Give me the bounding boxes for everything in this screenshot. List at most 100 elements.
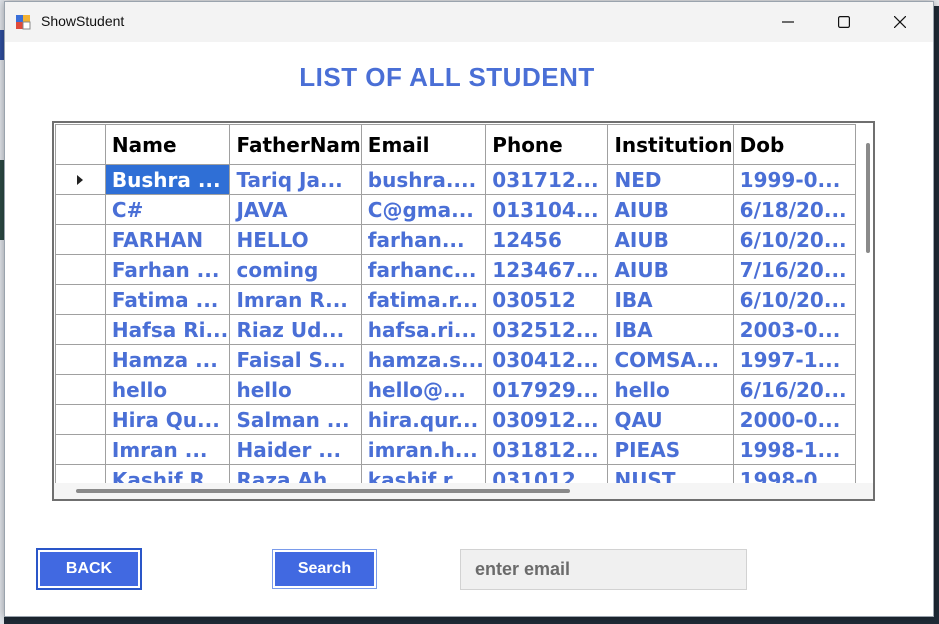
cell-fathername[interactable]: hello [229, 374, 362, 405]
column-header-dob[interactable]: Dob [732, 124, 856, 165]
cell-name[interactable]: C# [104, 194, 231, 225]
cell-institution[interactable]: PIEAS [607, 434, 734, 465]
cell-dob[interactable]: 7/16/20... [732, 254, 856, 285]
column-header-fathername[interactable]: FatherNam [229, 124, 362, 165]
row-header-cell[interactable] [55, 194, 106, 225]
table-row[interactable]: Hamza ... Faisal S... hamza.s... 030412... C… [55, 344, 856, 375]
cell-email[interactable]: farhan... [360, 224, 487, 255]
row-header-cell[interactable] [55, 254, 106, 285]
cell-email[interactable]: farhanc... [360, 254, 487, 285]
cell-name[interactable]: Hamza ... [104, 344, 231, 375]
cell-email[interactable]: hafsa.ri... [360, 314, 487, 345]
cell-phone[interactable]: 017929... [485, 374, 609, 405]
cell-dob[interactable]: 1998-0... [732, 464, 856, 484]
cell-institution[interactable]: NUST [607, 464, 734, 484]
cell-dob[interactable]: 6/16/20... [732, 374, 856, 405]
cell-dob[interactable]: 1999-0... [732, 164, 856, 195]
cell-email[interactable]: hamza.s... [360, 344, 487, 375]
cell-name[interactable]: FARHAN [104, 224, 231, 255]
cell-dob[interactable]: 6/10/20... [732, 284, 856, 315]
cell-name[interactable]: Fatima ... [104, 284, 231, 315]
column-header-institution[interactable]: Institution [607, 124, 734, 165]
horizontal-scrollbar[interactable] [54, 483, 873, 499]
cell-dob[interactable]: 2003-0... [732, 314, 856, 345]
cell-fathername[interactable]: Faisal S... [229, 344, 362, 375]
cell-dob[interactable]: 1997-1... [732, 344, 856, 375]
row-header-cell[interactable] [55, 314, 106, 345]
cell-phone[interactable]: 032512... [485, 314, 609, 345]
cell-email[interactable]: hira.qur... [360, 404, 487, 435]
table-row[interactable]: Fatima ... Imran R... fatima.r... 030512 IBA… [55, 284, 856, 315]
cell-institution[interactable]: NED [607, 164, 734, 195]
column-header-name[interactable]: Name [104, 124, 231, 165]
cell-email[interactable]: bushra.... [360, 164, 487, 195]
cell-institution[interactable]: IBA [607, 314, 734, 345]
cell-institution[interactable]: AIUB [607, 224, 734, 255]
cell-fathername[interactable]: Haider ... [229, 434, 362, 465]
email-search-input[interactable]: enter email [460, 549, 747, 590]
table-row[interactable]: C# JAVA C@gma... 013104... AIUB 6/18/20... [55, 194, 856, 225]
cell-institution[interactable]: IBA [607, 284, 734, 315]
cell-institution[interactable]: AIUB [607, 254, 734, 285]
cell-phone[interactable]: 030512 [485, 284, 609, 315]
cell-institution[interactable]: QAU [607, 404, 734, 435]
cell-name[interactable]: Farhan ... [104, 254, 231, 285]
cell-fathername[interactable]: Imran R... [229, 284, 362, 315]
table-row[interactable]: Hira Qu... Salman ... hira.qur... 030912...… [55, 404, 856, 435]
cell-institution[interactable]: AIUB [607, 194, 734, 225]
table-row[interactable]: Imran ... Haider ... imran.h... 031812... PI… [55, 434, 856, 465]
cell-email[interactable]: hello@... [360, 374, 487, 405]
cell-name[interactable]: hello [104, 374, 231, 405]
cell-institution[interactable]: COMSA... [607, 344, 734, 375]
cell-name[interactable]: Hafsa Ri... [104, 314, 231, 345]
cell-phone[interactable]: 031812... [485, 434, 609, 465]
row-header-cell[interactable] [55, 434, 106, 465]
cell-phone[interactable]: 123467... [485, 254, 609, 285]
table-row[interactable]: Hafsa Ri... Riaz Ud... hafsa.ri... 032512..… [55, 314, 856, 345]
table-row[interactable]: Kashif R... Raza Ah... kashif.r... 031012..… [55, 464, 856, 484]
row-header-cell[interactable] [55, 344, 106, 375]
table-row[interactable]: Bushra ... Tariq Ja... bushra.... 031712...… [55, 164, 856, 195]
search-button[interactable]: Search [272, 549, 377, 589]
cell-phone[interactable]: 030912... [485, 404, 609, 435]
row-header-cell[interactable] [55, 224, 106, 255]
cell-fathername[interactable]: Riaz Ud... [229, 314, 362, 345]
cell-dob[interactable]: 6/10/20... [732, 224, 856, 255]
back-button[interactable]: BACK [36, 548, 142, 590]
column-header-email[interactable]: Email [360, 124, 487, 165]
cell-name[interactable]: Bushra ... [104, 164, 231, 195]
row-header-cell[interactable] [55, 374, 106, 405]
table-row[interactable]: FARHAN HELLO farhan... 12456 AIUB 6/10/20... [55, 224, 856, 255]
cell-fathername[interactable]: Raza Ah... [229, 464, 362, 484]
cell-phone[interactable]: 031012... [485, 464, 609, 484]
horizontal-scroll-thumb[interactable] [76, 489, 570, 493]
row-header-cell[interactable] [55, 464, 106, 484]
table-row[interactable]: Farhan ... coming farhanc... 123467... AIUB 7… [55, 254, 856, 285]
cell-phone[interactable]: 013104... [485, 194, 609, 225]
table-row[interactable]: hello hello hello@... 017929... hello 6/16/20… [55, 374, 856, 405]
cell-fathername[interactable]: Tariq Ja... [229, 164, 362, 195]
cell-fathername[interactable]: JAVA [229, 194, 362, 225]
cell-email[interactable]: kashif.r... [360, 464, 487, 484]
cell-name[interactable]: Kashif R... [104, 464, 231, 484]
cell-phone[interactable]: 12456 [485, 224, 609, 255]
minimize-button[interactable] [765, 2, 811, 42]
title-bar[interactable]: ShowStudent [5, 2, 933, 42]
cell-dob[interactable]: 1998-1... [732, 434, 856, 465]
students-data-grid[interactable]: Name FatherNam Email Phone Institution D… [52, 121, 875, 501]
cell-name[interactable]: Imran ... [104, 434, 231, 465]
cell-phone[interactable]: 031712... [485, 164, 609, 195]
cell-dob[interactable]: 6/18/20... [732, 194, 856, 225]
row-header-cell[interactable] [55, 164, 106, 195]
cell-fathername[interactable]: Salman ... [229, 404, 362, 435]
cell-phone[interactable]: 030412... [485, 344, 609, 375]
cell-dob[interactable]: 2000-0... [732, 404, 856, 435]
cell-fathername[interactable]: coming [229, 254, 362, 285]
cell-name[interactable]: Hira Qu... [104, 404, 231, 435]
cell-fathername[interactable]: HELLO [229, 224, 362, 255]
row-header-cell[interactable] [55, 284, 106, 315]
row-header-cell[interactable] [55, 404, 106, 435]
cell-email[interactable]: C@gma... [360, 194, 487, 225]
cell-email[interactable]: fatima.r... [360, 284, 487, 315]
cell-email[interactable]: imran.h... [360, 434, 487, 465]
